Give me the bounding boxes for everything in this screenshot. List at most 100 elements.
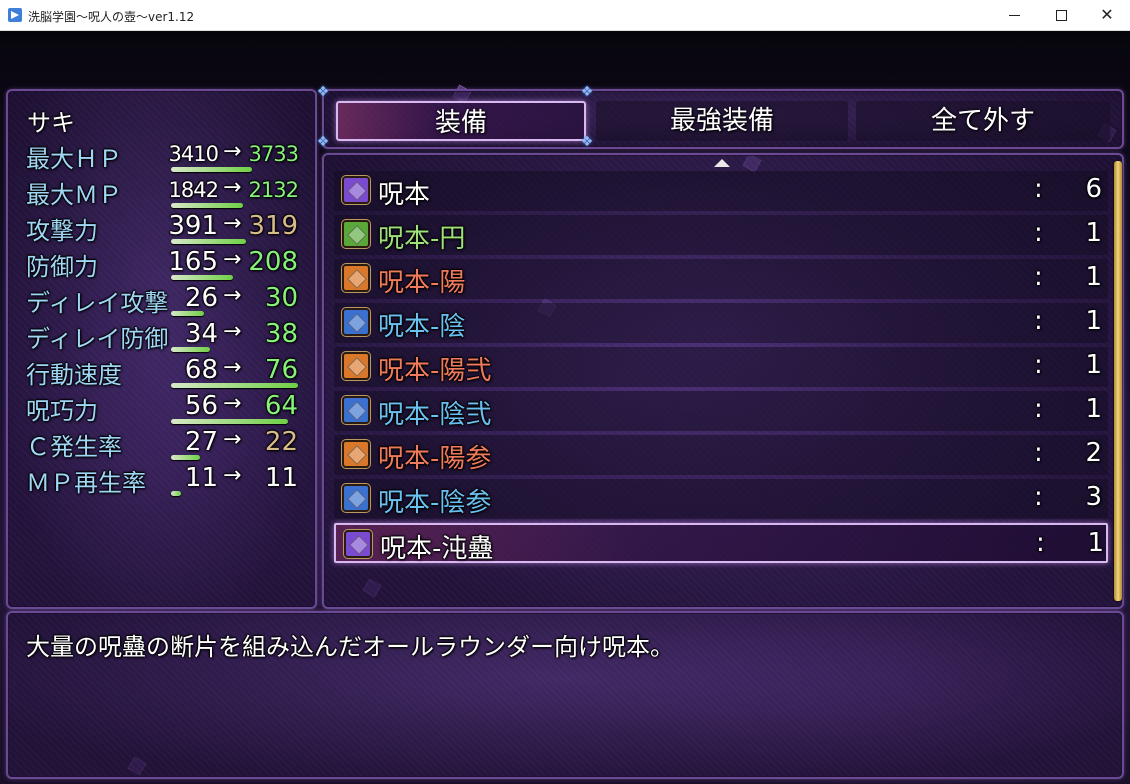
orange-book-icon <box>342 352 370 380</box>
stat-row: Ｃ発生率 27 → 22 <box>8 427 319 463</box>
scroll-up-arrow-icon[interactable] <box>714 159 730 167</box>
stat-current-value: 1842 <box>168 178 219 202</box>
stat-row: 行動速度 68 → 76 <box>8 355 319 391</box>
blue-book-icon <box>342 308 370 336</box>
item-count: 1 <box>1085 394 1102 424</box>
stat-row: 攻撃力 391 → 319 <box>8 211 319 247</box>
orange-book-icon <box>342 264 370 292</box>
item-row[interactable]: 呪本-陰参: 3 <box>334 479 1108 519</box>
stat-label: 攻撃力 <box>26 217 98 245</box>
scrollbar[interactable] <box>1114 161 1122 601</box>
item-row[interactable]: 呪本: 6 <box>334 171 1108 211</box>
item-name: 呪本-沌蠱 <box>380 534 494 564</box>
item-count-separator: : <box>1036 528 1045 558</box>
stat-row: ＭＰ再生率 11 → 11 <box>8 463 319 499</box>
stat-new-value: 11 <box>264 463 298 493</box>
stat-current-value: 165 <box>168 247 218 277</box>
stat-new-value: 3733 <box>248 142 299 166</box>
corner-ornament-icon: ❖ <box>316 84 330 100</box>
stat-current-value: 26 <box>184 283 218 313</box>
stat-new-value: 76 <box>264 355 298 385</box>
stat-label: ＭＰ再生率 <box>26 469 146 497</box>
maximize-button[interactable] <box>1038 0 1084 30</box>
corner-ornament-icon: ❖ <box>580 134 594 150</box>
optimize-command[interactable]: 最強装備 <box>596 101 848 141</box>
item-list-panel: 呪本:6 呪本-円:1 呪本-陽:1 呪本-陰:1 呪本-陽弐:1 呪本-陰弐:1 呪本-陽… <box>322 153 1124 609</box>
close-button[interactable]: ✕ <box>1084 0 1130 30</box>
orange-book-icon <box>342 440 370 468</box>
item-row[interactable]: 呪本-陽参: 2 <box>334 435 1108 475</box>
item-row[interactable]: 呪本-陰: 1 <box>334 303 1108 343</box>
item-name: 呪本-陽参 <box>378 444 492 474</box>
app-icon <box>8 8 22 22</box>
stat-row: ディレイ防御 34 → 38 <box>8 319 319 355</box>
status-panel: サキ 最大ＨＰ 3410 → 3733 最大ＭＰ 1842 → 2132 攻撃力 391 → 319 防… <box>6 89 317 609</box>
stat-new-value: 2132 <box>248 178 299 202</box>
stat-current-value: 34 <box>184 319 218 349</box>
stat-gauge <box>171 167 252 172</box>
item-name: 呪本 <box>378 180 431 210</box>
item-name: 呪本-陰 <box>378 312 466 342</box>
item-count: 1 <box>1085 350 1102 380</box>
item-row[interactable]: 呪本-陽: 1 <box>334 259 1108 299</box>
corner-ornament-icon: ❖ <box>316 134 330 150</box>
stat-current-value: 391 <box>168 211 218 241</box>
item-count-separator: : <box>1034 174 1043 204</box>
purple-book-icon <box>344 530 372 558</box>
item-count-separator: : <box>1034 350 1043 380</box>
blue-book-icon <box>342 484 370 512</box>
stat-label: 防御力 <box>26 253 98 281</box>
blue-book-icon <box>342 396 370 424</box>
stat-row: 防御力 165 → 208 <box>8 247 319 283</box>
item-name: 呪本-円 <box>378 224 466 254</box>
item-count: 2 <box>1085 438 1102 468</box>
stat-new-value: 64 <box>264 391 298 421</box>
stat-new-value: 38 <box>264 319 298 349</box>
stat-label: 最大ＨＰ <box>26 145 122 173</box>
stat-row: 最大ＨＰ 3410 → 3733 <box>8 139 319 175</box>
item-name: 呪本-陰参 <box>378 488 492 518</box>
clear-all-command[interactable]: 全て外す <box>856 101 1110 141</box>
item-row[interactable]: 呪本-陽弐: 1 <box>334 347 1108 387</box>
stat-current-value: 11 <box>184 463 218 493</box>
item-count: 1 <box>1085 262 1102 292</box>
stat-label: Ｃ発生率 <box>26 433 122 461</box>
item-count: 1 <box>1085 306 1102 336</box>
stat-new-value: 22 <box>264 427 298 457</box>
purple-book-icon <box>342 176 370 204</box>
stat-current-value: 68 <box>184 355 218 385</box>
stat-label: 行動速度 <box>26 361 122 389</box>
item-count-separator: : <box>1034 306 1043 336</box>
item-count-separator: : <box>1034 438 1043 468</box>
item-row[interactable]: 呪本-陰弐: 1 <box>334 391 1108 431</box>
window-title: 洗脳学園～呪人の壺～ver1.12 <box>28 10 195 24</box>
game-screen: サキ 最大ＨＰ 3410 → 3733 最大ＭＰ 1842 → 2132 攻撃力 391 → 319 防… <box>0 31 1130 784</box>
green-book-icon <box>342 220 370 248</box>
stat-row: ディレイ攻撃 26 → 30 <box>8 283 319 319</box>
corner-ornament-icon: ❖ <box>580 84 594 100</box>
stat-label: 呪巧力 <box>26 397 98 425</box>
item-name: 呪本-陰弐 <box>378 400 492 430</box>
stat-row: 呪巧力 56 → 64 <box>8 391 319 427</box>
window-titlebar: 洗脳学園～呪人の壺～ver1.12 ✕ <box>0 0 1130 31</box>
item-count: 1 <box>1085 218 1102 248</box>
item-count-separator: : <box>1034 218 1043 248</box>
actor-name: サキ <box>27 109 75 137</box>
item-description: 大量の呪蠱の断片を組み込んだオールラウンダー向け呪本。 <box>26 633 674 661</box>
equip-command-panel: 装備 最強装備 全て外す ❖ ❖ ❖ ❖ <box>317 85 1124 150</box>
item-row-selected[interactable]: 呪本-沌蠱: 1 <box>334 523 1108 564</box>
item-count: 6 <box>1085 174 1102 204</box>
stat-label: 最大ＭＰ <box>26 181 122 209</box>
minimize-button[interactable] <box>992 0 1038 30</box>
stat-new-value: 319 <box>248 211 298 241</box>
item-count-separator: : <box>1034 394 1043 424</box>
item-count-separator: : <box>1034 482 1043 512</box>
item-count: 3 <box>1085 482 1102 512</box>
stat-label: ディレイ攻撃 <box>26 289 169 317</box>
equip-command[interactable]: 装備 <box>336 101 586 141</box>
item-row[interactable]: 呪本-円: 1 <box>334 215 1108 255</box>
help-panel: 大量の呪蠱の断片を組み込んだオールラウンダー向け呪本。 <box>6 611 1124 779</box>
stat-gauge <box>171 203 243 208</box>
stat-row: 最大ＭＰ 1842 → 2132 <box>8 175 319 211</box>
item-count: 1 <box>1087 528 1104 558</box>
